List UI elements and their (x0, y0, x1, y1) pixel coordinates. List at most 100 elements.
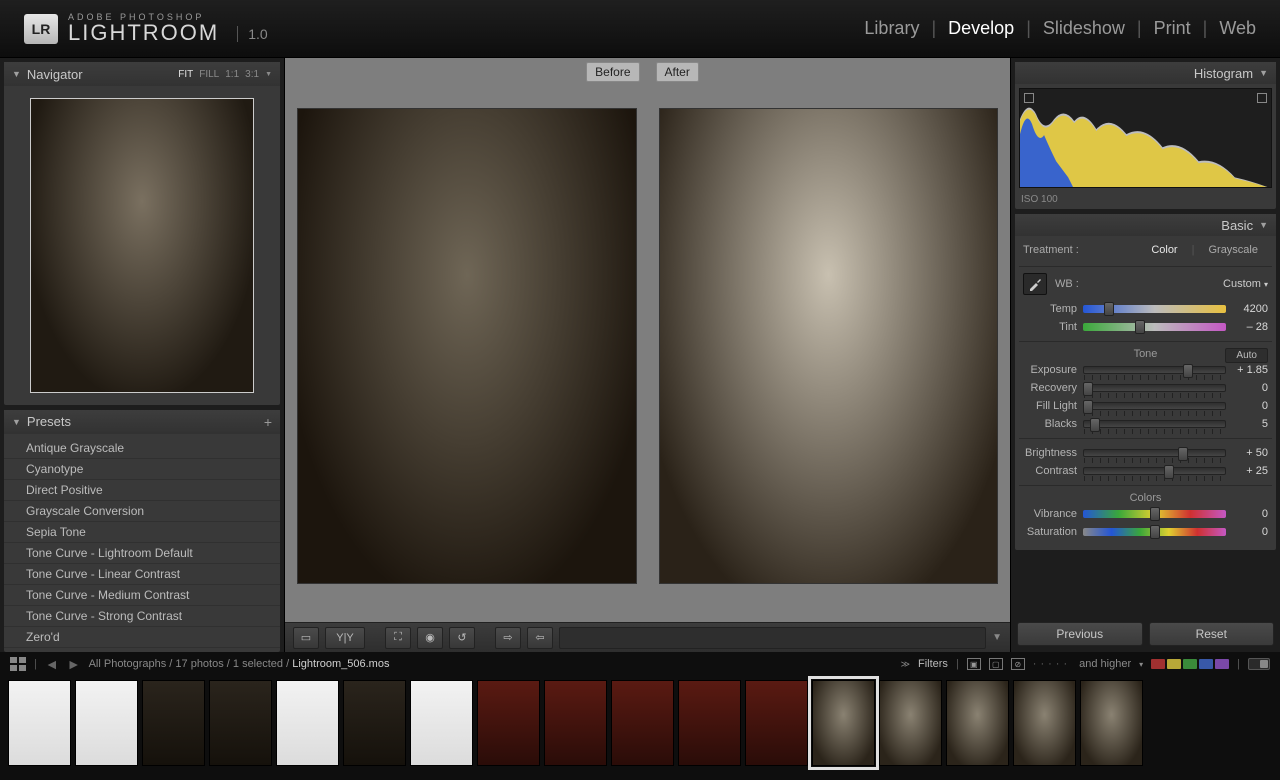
filmstrip-thumbs[interactable] (0, 676, 1280, 780)
preset-item[interactable]: Grayscale Conversion (4, 501, 280, 522)
flag-reject-icon[interactable]: ⊘ (1011, 658, 1025, 670)
filmstrip-thumbnail[interactable] (209, 680, 272, 766)
copy-after-icon[interactable]: ⇨ (495, 627, 521, 649)
white-balance-dropper-icon[interactable] (1023, 273, 1047, 295)
before-after-toggle-icon[interactable]: Y|Y (325, 627, 365, 649)
filter-switch[interactable] (1248, 658, 1270, 670)
filmstrip-thumbnail[interactable] (611, 680, 674, 766)
tab-develop[interactable]: Develop (948, 18, 1014, 39)
rating-filter[interactable]: ····· (1033, 658, 1071, 670)
nav-back-icon[interactable]: ◄ (45, 656, 59, 672)
add-preset-icon[interactable]: + (264, 414, 272, 430)
saturation-value[interactable]: 0 (1232, 526, 1268, 538)
filmstrip-thumbnail[interactable] (678, 680, 741, 766)
filmstrip-thumbnail[interactable] (946, 680, 1009, 766)
crop-tool-icon[interactable]: ⛶ (385, 627, 411, 649)
filllight-value[interactable]: 0 (1232, 400, 1268, 412)
disclosure-triangle-icon[interactable]: ▼ (1259, 68, 1268, 78)
color-label-chip[interactable] (1167, 659, 1181, 669)
contrast-slider[interactable] (1083, 467, 1226, 475)
filmstrip-thumbnail[interactable] (1080, 680, 1143, 766)
after-image[interactable] (659, 108, 999, 584)
exposure-slider[interactable] (1083, 366, 1226, 374)
preset-item[interactable]: Tone Curve - Medium Contrast (4, 585, 280, 606)
filmstrip-thumbnail[interactable] (276, 680, 339, 766)
treatment-grayscale[interactable]: Grayscale (1198, 242, 1268, 258)
filmstrip-thumbnail[interactable] (8, 680, 71, 766)
chevron-right-icon[interactable]: ≫ (901, 659, 910, 670)
before-after-view[interactable]: Before After (285, 58, 1010, 622)
filmstrip-thumbnail[interactable] (544, 680, 607, 766)
disclosure-triangle-icon[interactable]: ▼ (1259, 220, 1268, 230)
filmstrip-thumbnail[interactable] (75, 680, 138, 766)
preset-item[interactable]: Sepia Tone (4, 522, 280, 543)
filmstrip-thumbnail[interactable] (745, 680, 808, 766)
and-higher-label[interactable]: and higher (1079, 658, 1131, 670)
color-label-chip[interactable] (1183, 659, 1197, 669)
nav-zoom-fit[interactable]: FIT (178, 69, 193, 80)
chevron-down-icon[interactable]: ▾ (1139, 660, 1143, 669)
vibrance-value[interactable]: 0 (1232, 508, 1268, 520)
breadcrumb[interactable]: All Photographs / 17 photos / 1 selected… (89, 658, 390, 670)
loupe-view-icon[interactable]: ▭ (293, 627, 319, 649)
navigator-thumbnail[interactable] (30, 98, 254, 393)
highlight-clipping-icon[interactable] (1257, 93, 1267, 103)
preset-item[interactable]: Tone Curve - Strong Contrast (4, 606, 280, 627)
filmstrip-thumbnail[interactable] (879, 680, 942, 766)
tab-print[interactable]: Print (1154, 18, 1191, 39)
auto-tone-button[interactable]: Auto (1225, 348, 1268, 363)
flag-unflagged-icon[interactable]: ▢ (989, 658, 1003, 670)
toolbar-dropdown[interactable] (559, 627, 986, 649)
after-pane[interactable] (651, 62, 1007, 618)
preset-item[interactable]: Tone Curve - Linear Contrast (4, 564, 280, 585)
tint-value[interactable]: – 28 (1232, 321, 1268, 333)
nav-zoom-1to1[interactable]: 1:1 (225, 69, 239, 80)
presets-header[interactable]: ▼ Presets + (4, 410, 280, 434)
before-pane[interactable] (289, 62, 645, 618)
temp-value[interactable]: 4200 (1232, 303, 1268, 315)
preset-item[interactable]: Tone Curve - Lightroom Default (4, 543, 280, 564)
filmstrip-thumbnail[interactable] (142, 680, 205, 766)
reset-button[interactable]: Reset (1149, 622, 1275, 646)
chevron-down-icon[interactable]: ▼ (992, 632, 1002, 643)
preset-item[interactable]: Antique Grayscale (4, 438, 280, 459)
color-label-chip[interactable] (1215, 659, 1229, 669)
disclosure-triangle-icon[interactable]: ▼ (12, 417, 21, 427)
navigator-header[interactable]: ▼ Navigator FIT FILL 1:1 3:1 ▼ (4, 62, 280, 86)
redeye-tool-icon[interactable]: ◉ (417, 627, 443, 649)
brightness-slider[interactable] (1083, 449, 1226, 457)
filmstrip-thumbnail[interactable] (410, 680, 473, 766)
before-image[interactable] (297, 108, 637, 584)
saturation-slider[interactable] (1083, 528, 1226, 536)
tint-slider[interactable] (1083, 323, 1226, 331)
color-label-chip[interactable] (1199, 659, 1213, 669)
recovery-slider[interactable] (1083, 384, 1226, 392)
previous-button[interactable]: Previous (1017, 622, 1143, 646)
blacks-slider[interactable] (1083, 420, 1226, 428)
exposure-value[interactable]: + 1.85 (1232, 364, 1268, 376)
chevron-icon[interactable]: ▼ (265, 71, 272, 78)
contrast-value[interactable]: + 25 (1232, 465, 1268, 477)
blacks-value[interactable]: 5 (1232, 418, 1268, 430)
histogram-header[interactable]: Histogram ▼ (1015, 62, 1276, 84)
recovery-value[interactable]: 0 (1232, 382, 1268, 394)
wb-preset-select[interactable]: Custom ▾ (1223, 278, 1268, 290)
preset-item[interactable]: Cyanotype (4, 459, 280, 480)
preset-item[interactable]: Direct Positive (4, 480, 280, 501)
grid-view-icon[interactable] (10, 657, 26, 671)
disclosure-triangle-icon[interactable]: ▼ (12, 69, 21, 79)
flag-pick-icon[interactable]: ▣ (967, 658, 981, 670)
color-label-chip[interactable] (1151, 659, 1165, 669)
copy-before-icon[interactable]: ⇦ (527, 627, 553, 649)
nav-zoom-3to1[interactable]: 3:1 (245, 69, 259, 80)
filmstrip-thumbnail[interactable] (343, 680, 406, 766)
treatment-color[interactable]: Color (1141, 242, 1187, 258)
vibrance-slider[interactable] (1083, 510, 1226, 518)
navigator-preview[interactable] (4, 86, 280, 405)
basic-header[interactable]: Basic ▼ (1015, 214, 1276, 236)
spot-tool-icon[interactable]: ↺ (449, 627, 475, 649)
filmstrip-thumbnail[interactable] (477, 680, 540, 766)
filllight-slider[interactable] (1083, 402, 1226, 410)
brightness-value[interactable]: + 50 (1232, 447, 1268, 459)
shadow-clipping-icon[interactable] (1024, 93, 1034, 103)
